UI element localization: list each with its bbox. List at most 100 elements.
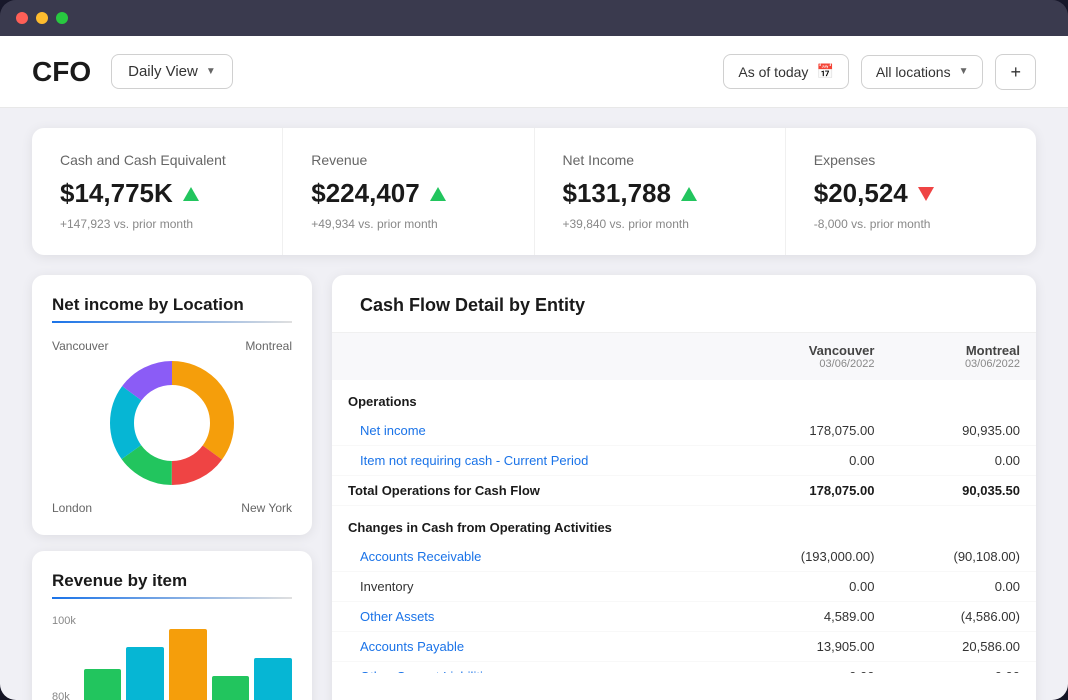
main-content: Net income by Location Vancouver Montrea… bbox=[0, 275, 1068, 700]
accounts-receivable-v1: (193,000.00) bbox=[734, 542, 890, 572]
net-income-label: Net Income bbox=[563, 152, 757, 168]
new-york-label: New York bbox=[174, 501, 292, 515]
net-income-v2: 90,935.00 bbox=[890, 416, 1036, 446]
net-income-row-label: Net income bbox=[332, 416, 734, 446]
cash-sub: +147,923 vs. prior month bbox=[60, 217, 254, 231]
cash-flow-panel: Cash Flow Detail by Entity Vancouver 03/… bbox=[332, 275, 1036, 700]
inventory-v2: 0.00 bbox=[890, 572, 1036, 602]
up-arrow-icon bbox=[681, 187, 697, 201]
close-dot[interactable] bbox=[16, 12, 28, 24]
table-row: Item not requiring cash - Current Period… bbox=[332, 446, 1036, 476]
y-axis-labels: 100k 80k bbox=[52, 615, 76, 700]
net-income-value: $131,788 bbox=[563, 178, 671, 209]
expenses-label: Expenses bbox=[814, 152, 1008, 168]
total-operations-v2: 90,035.50 bbox=[890, 476, 1036, 506]
top-bar: CFO Daily View ▼ As of today 📅 All locat… bbox=[0, 36, 1068, 108]
table-header-row: Vancouver 03/06/2022 Montreal 03/06/2022 bbox=[332, 333, 1036, 380]
expenses-card: Expenses $20,524 -8,000 vs. prior month bbox=[786, 128, 1036, 255]
page-title: CFO bbox=[32, 56, 91, 88]
top-bar-left: CFO Daily View ▼ bbox=[32, 54, 233, 89]
cash-flow-title: Cash Flow Detail by Entity bbox=[360, 295, 1008, 316]
other-current-liabilities-link[interactable]: Other Current Liabilities bbox=[360, 669, 497, 673]
item-not-requiring-v1: 0.00 bbox=[734, 446, 890, 476]
daily-view-button[interactable]: Daily View ▼ bbox=[111, 54, 233, 89]
operations-label: Operations bbox=[332, 380, 1036, 416]
as-of-today-button[interactable]: As of today 📅 bbox=[723, 54, 848, 89]
bar-chart: 100k 80k bbox=[52, 615, 292, 700]
panel-divider-2 bbox=[52, 597, 292, 599]
net-income-v1: 178,075.00 bbox=[734, 416, 890, 446]
other-assets-link[interactable]: Other Assets bbox=[360, 609, 434, 624]
expenses-value: $20,524 bbox=[814, 178, 908, 209]
up-arrow-icon bbox=[183, 187, 199, 201]
table-row: Accounts Payable 13,905.00 20,586.00 bbox=[332, 632, 1036, 662]
changes-header-row: Changes in Cash from Operating Activitie… bbox=[332, 506, 1036, 543]
net-income-link[interactable]: Net income bbox=[360, 423, 426, 438]
col-header-montreal: Montreal 03/06/2022 bbox=[890, 333, 1036, 380]
item-not-requiring-link[interactable]: Item not requiring cash - Current Period bbox=[360, 453, 588, 468]
accounts-receivable-row-label: Accounts Receivable bbox=[332, 542, 734, 572]
accounts-payable-v1: 13,905.00 bbox=[734, 632, 890, 662]
net-income-location-title: Net income by Location bbox=[52, 295, 292, 315]
other-assets-row-label: Other Assets bbox=[332, 602, 734, 632]
bar-5 bbox=[254, 658, 292, 700]
up-arrow-icon bbox=[430, 187, 446, 201]
revenue-by-item-title: Revenue by item bbox=[52, 571, 292, 591]
expenses-sub: -8,000 vs. prior month bbox=[814, 217, 1008, 231]
vancouver-col-name: Vancouver bbox=[809, 343, 875, 358]
cash-label: Cash and Cash Equivalent bbox=[60, 152, 254, 168]
cash-card: Cash and Cash Equivalent $14,775K +147,9… bbox=[32, 128, 283, 255]
vancouver-col-date: 03/06/2022 bbox=[819, 358, 874, 370]
donut-top-labels: Vancouver Montreal bbox=[52, 339, 292, 353]
col-header-empty bbox=[332, 333, 734, 380]
vancouver-label: Vancouver bbox=[52, 339, 170, 353]
y-label-80k: 80k bbox=[52, 691, 76, 700]
table-row: Other Assets 4,589.00 (4,586.00) bbox=[332, 602, 1036, 632]
revenue-card: Revenue $224,407 +49,934 vs. prior month bbox=[283, 128, 534, 255]
left-panel: Net income by Location Vancouver Montrea… bbox=[32, 275, 312, 700]
bar-1 bbox=[84, 669, 122, 700]
net-income-card: Net Income $131,788 +39,840 vs. prior mo… bbox=[535, 128, 786, 255]
montreal-col-date: 03/06/2022 bbox=[965, 358, 1020, 370]
down-arrow-icon bbox=[918, 187, 934, 201]
all-locations-label: All locations bbox=[876, 64, 951, 80]
browser-chrome bbox=[0, 0, 1068, 36]
donut-bottom-labels: London New York bbox=[52, 501, 292, 515]
other-current-liabilities-v2: 0.00 bbox=[890, 662, 1036, 674]
total-operations-row: Total Operations for Cash Flow 178,075.0… bbox=[332, 476, 1036, 506]
all-locations-button[interactable]: All locations ▼ bbox=[861, 55, 984, 89]
bar-2 bbox=[126, 647, 164, 700]
item-not-requiring-row-label: Item not requiring cash - Current Period bbox=[332, 446, 734, 476]
donut-chart bbox=[102, 353, 242, 493]
accounts-receivable-link[interactable]: Accounts Receivable bbox=[360, 549, 481, 564]
cash-value: $14,775K bbox=[60, 178, 173, 209]
panel-divider bbox=[52, 321, 292, 323]
accounts-payable-link[interactable]: Accounts Payable bbox=[360, 639, 464, 654]
maximize-dot[interactable] bbox=[56, 12, 68, 24]
operations-header-row: Operations bbox=[332, 380, 1036, 416]
total-operations-v1: 178,075.00 bbox=[734, 476, 890, 506]
as-of-today-label: As of today bbox=[738, 64, 808, 80]
table-row: Inventory 0.00 0.00 bbox=[332, 572, 1036, 602]
chevron-down-icon: ▼ bbox=[959, 66, 969, 77]
cash-flow-table: Vancouver 03/06/2022 Montreal 03/06/2022 bbox=[332, 333, 1036, 673]
top-bar-right: As of today 📅 All locations ▼ + bbox=[723, 54, 1036, 90]
browser-window: CFO Daily View ▼ As of today 📅 All locat… bbox=[0, 0, 1068, 700]
inventory-v1: 0.00 bbox=[734, 572, 890, 602]
summary-cards: Cash and Cash Equivalent $14,775K +147,9… bbox=[32, 128, 1036, 255]
app-content: CFO Daily View ▼ As of today 📅 All locat… bbox=[0, 36, 1068, 700]
bar-3 bbox=[169, 629, 207, 700]
minimize-dot[interactable] bbox=[36, 12, 48, 24]
changes-label: Changes in Cash from Operating Activitie… bbox=[332, 506, 1036, 543]
add-button[interactable]: + bbox=[995, 54, 1036, 90]
cash-flow-table-container[interactable]: Vancouver 03/06/2022 Montreal 03/06/2022 bbox=[332, 333, 1036, 673]
y-label-100k: 100k bbox=[52, 615, 76, 627]
other-current-liabilities-v1: 0.00 bbox=[734, 662, 890, 674]
col-header-vancouver: Vancouver 03/06/2022 bbox=[734, 333, 890, 380]
bar-4 bbox=[212, 676, 250, 700]
cash-flow-header: Cash Flow Detail by Entity bbox=[332, 275, 1036, 333]
total-operations-label: Total Operations for Cash Flow bbox=[332, 476, 734, 506]
accounts-payable-row-label: Accounts Payable bbox=[332, 632, 734, 662]
revenue-label: Revenue bbox=[311, 152, 505, 168]
accounts-receivable-v2: (90,108.00) bbox=[890, 542, 1036, 572]
